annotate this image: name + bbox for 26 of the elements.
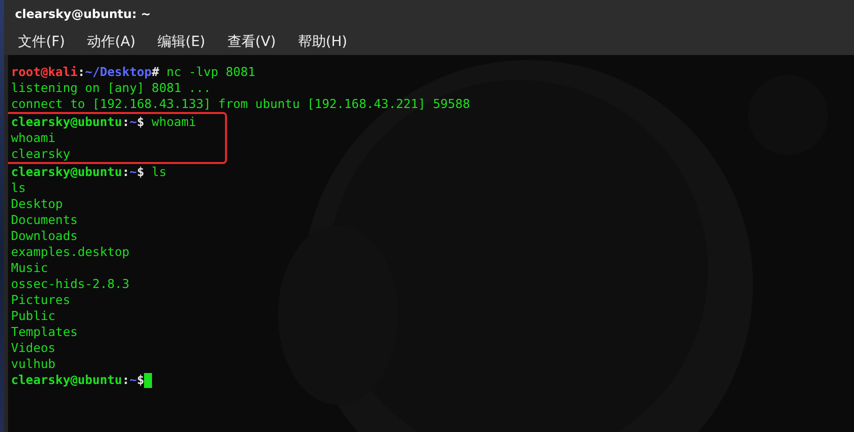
terminal-line: examples.desktop: [11, 244, 130, 260]
terminal-line: Desktop: [11, 196, 63, 212]
terminal-line: ls: [11, 180, 26, 196]
terminal-line: Documents: [11, 212, 78, 228]
terminal-line: vulhub: [11, 356, 56, 372]
window-title: clearsky@ubuntu: ~: [15, 7, 151, 21]
terminal-line: whoami: [11, 130, 56, 146]
menu-item[interactable]: 帮助(H): [298, 32, 348, 50]
menu-item[interactable]: 编辑(E): [158, 32, 206, 50]
terminal-line: connect to [192.168.43.133] from ubuntu [192.168.43.221] 59588: [11, 96, 470, 112]
menu-item[interactable]: 查看(V): [227, 32, 276, 50]
terminal-line: root@kali:~/Desktop# nc -lvp 8081: [11, 64, 256, 80]
terminal-line: clearsky@ubuntu:~$ ls: [11, 164, 166, 180]
terminal-line: Downloads: [11, 228, 78, 244]
terminal-line: clearsky@ubuntu:~$: [11, 372, 144, 388]
terminal-line: clearsky: [11, 146, 70, 162]
terminal-line: Public: [11, 308, 56, 324]
terminal-line: Music: [11, 260, 48, 276]
terminal-line: Templates: [11, 324, 78, 340]
terminal-line: Pictures: [11, 292, 70, 308]
menu-item[interactable]: 文件(F): [18, 32, 65, 50]
terminal-line: Videos: [11, 340, 56, 356]
terminal-line: ossec-hids-2.8.3: [11, 276, 130, 292]
terminal-line: listening on [any] 8081 ...: [11, 80, 211, 96]
terminal-line: clearsky@ubuntu:~$ whoami: [11, 114, 196, 130]
menu-item[interactable]: 动作(A): [86, 32, 136, 50]
